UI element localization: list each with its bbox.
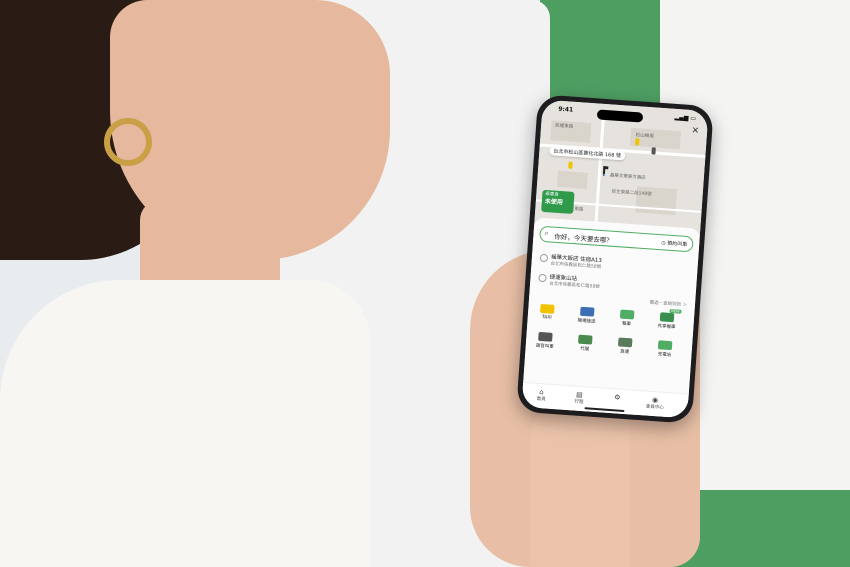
smartphone: 民權東路 松山機場 台北市松山區寶化北路 168 號 晶華文華東方酒店 民生東路… — [516, 94, 714, 424]
new-badge: NEW — [669, 308, 682, 314]
car-icon — [651, 147, 656, 155]
search-icon: ⌕ — [544, 229, 549, 238]
service-label: 語音叫車 — [535, 343, 554, 350]
service-label: 機場接送 — [577, 318, 596, 325]
nav-home[interactable]: ⌂ 首頁 — [526, 387, 557, 403]
bottom-sheet: ⌕ 你好，今天要去哪？ ◷ 預約叫車 福華大飯店 住宿A13 台北市信義區松仁路… — [521, 217, 701, 419]
signal-battery-icon: ▂▄▆ ▭ — [674, 113, 697, 123]
service-icon — [578, 334, 593, 345]
white-top — [0, 280, 370, 567]
rider-value: 未使用 — [544, 197, 564, 207]
map-block — [556, 170, 588, 189]
service-icon — [659, 312, 675, 323]
gear-icon: ⚙ — [613, 393, 621, 402]
history-icon — [538, 273, 547, 283]
app-screen: 民權東路 松山機場 台北市松山區寶化北路 168 號 晶華文華東方酒店 民生東路… — [521, 99, 709, 419]
photo-background — [0, 0, 850, 567]
map-label: 晶華文華東方酒店 — [609, 173, 646, 181]
nav-settings[interactable]: ⚙ — [602, 392, 632, 402]
trips-icon: ▤ — [575, 390, 584, 400]
service-icon — [619, 309, 635, 320]
map-road — [593, 117, 605, 238]
service-item[interactable]: 語音叫車 — [529, 331, 561, 357]
service-item[interactable]: 代駕 — [569, 334, 601, 360]
nav-trips-label: 行程 — [574, 399, 584, 406]
service-item[interactable]: TAXI — [531, 303, 563, 329]
service-item[interactable]: 貨運 — [609, 337, 641, 363]
service-icon — [540, 303, 555, 314]
nav-home-label: 首頁 — [536, 396, 546, 403]
status-time: 9:41 — [558, 105, 574, 114]
taxi-car-icon — [568, 161, 573, 169]
search-placeholder: 你好，今天要去哪？ — [554, 232, 614, 245]
service-item[interactable]: 租車 — [611, 309, 643, 335]
close-icon[interactable]: ✕ — [691, 126, 699, 137]
hand-tapping — [530, 400, 630, 567]
service-icon — [657, 340, 673, 351]
pickup-pin-icon — [602, 165, 609, 177]
service-icon — [538, 331, 553, 342]
service-label: 充電站 — [657, 352, 672, 359]
recent-destination-address: 台北市信義區松仁路58號 — [548, 281, 600, 290]
nav-member[interactable]: ◉ 會員中心 — [640, 395, 671, 411]
home-indicator — [584, 407, 625, 413]
earring — [104, 118, 152, 166]
service-label: 租車 — [621, 321, 632, 328]
rider-toggle[interactable]: 乘車身 未使用 — [541, 189, 575, 214]
map-label: 民權東路 — [554, 123, 574, 130]
service-item[interactable]: 機場接送 — [571, 306, 603, 332]
service-label: 代駕 — [579, 346, 590, 353]
service-item[interactable]: 共享機車 NEW — [651, 308, 683, 338]
nav-trips[interactable]: ▤ 行程 — [564, 390, 595, 406]
service-item[interactable]: 充電站 — [649, 340, 681, 366]
service-label: 共享機車 — [657, 324, 676, 331]
destination-search-input[interactable]: ⌕ 你好，今天要去哪？ ◷ 預約叫車 — [539, 225, 694, 253]
home-icon: ⌂ — [539, 388, 545, 397]
service-label: TAXI — [541, 315, 552, 321]
service-label: 貨運 — [619, 349, 630, 356]
nav-member-label: 會員中心 — [645, 404, 664, 411]
taxi-car-icon — [634, 138, 640, 146]
schedule-ride-label: 預約叫車 — [666, 240, 688, 248]
more-history-link[interactable]: 看過・查詢到到 ＞ — [649, 300, 687, 309]
user-icon: ◉ — [651, 395, 659, 405]
schedule-ride-button[interactable]: ◷ 預約叫車 — [661, 239, 687, 248]
service-icon — [617, 337, 633, 348]
service-icon — [579, 306, 595, 317]
history-icon — [539, 253, 549, 263]
